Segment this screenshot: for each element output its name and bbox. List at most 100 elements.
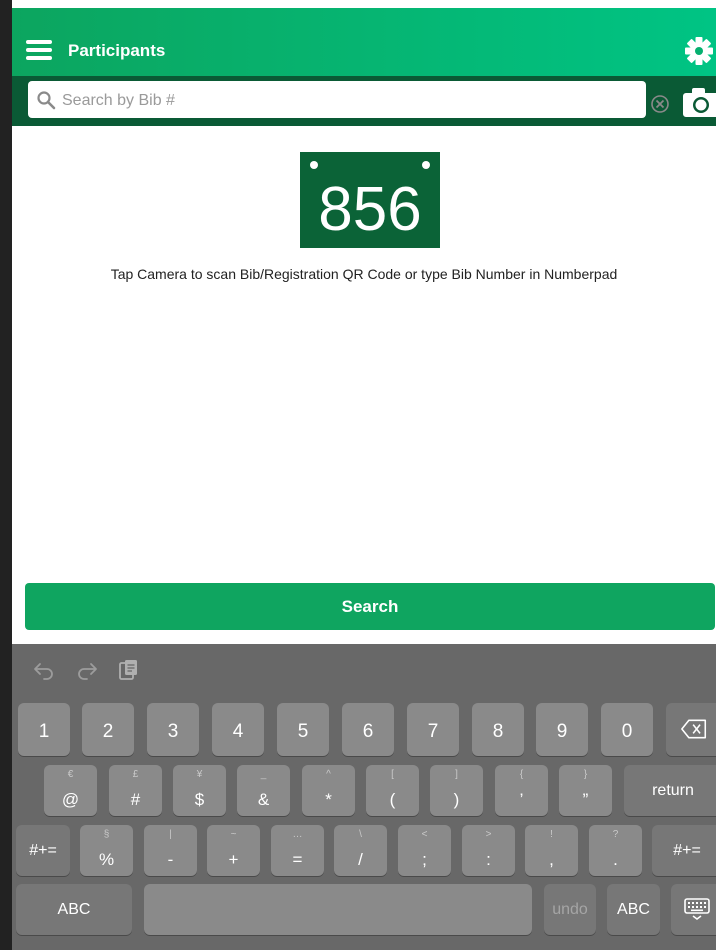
- key-colon[interactable]: >:: [462, 825, 515, 876]
- key-label: ): [453, 790, 460, 809]
- key-label: -: [167, 850, 174, 869]
- key-label: $: [194, 790, 205, 809]
- gear-icon[interactable]: [684, 36, 714, 66]
- key-dollar[interactable]: ¥ $: [173, 765, 226, 816]
- key-alt-label: _: [260, 769, 267, 780]
- camera-icon[interactable]: [682, 86, 716, 118]
- keyboard-dismiss-icon: [684, 898, 710, 920]
- key-label: =: [292, 850, 303, 869]
- key-label: ”: [582, 790, 589, 809]
- key-label: ABC: [57, 901, 91, 918]
- key-period[interactable]: ?.: [589, 825, 642, 876]
- search-input[interactable]: [60, 85, 614, 116]
- key-close-paren[interactable]: ]): [430, 765, 483, 816]
- key-alt-label: ^: [326, 769, 331, 780]
- undo-icon[interactable]: [32, 658, 56, 682]
- keyboard: 1 2 3 4 5 6 7 8 9 0 € @ £ # ¥ $ _ & ^ * [( ])…: [12, 644, 716, 950]
- paste-icon[interactable]: [117, 658, 141, 682]
- key-label: ;: [422, 850, 427, 869]
- key-label: 5: [297, 721, 309, 742]
- key-alt-label: ~: [230, 829, 237, 840]
- search-box[interactable]: [28, 81, 669, 118]
- key-equals[interactable]: … =: [271, 825, 324, 876]
- key-hash[interactable]: £ #: [109, 765, 162, 816]
- bib-hole: [422, 161, 430, 169]
- abc-key-right[interactable]: ABC: [607, 884, 660, 935]
- key-alt-label: !: [550, 829, 553, 840]
- key-3[interactable]: 3: [147, 703, 199, 756]
- key-slash[interactable]: \ /: [334, 825, 387, 876]
- key-5[interactable]: 5: [277, 703, 329, 756]
- key-0[interactable]: 0: [601, 703, 653, 756]
- backspace-key[interactable]: [666, 703, 716, 756]
- key-alt-label: \: [359, 829, 362, 840]
- redo-icon[interactable]: [75, 658, 99, 682]
- key-label: %: [98, 850, 115, 869]
- key-label: 3: [167, 721, 179, 742]
- key-label: return: [652, 782, 694, 799]
- search-icon: [37, 91, 56, 110]
- key-label: 0: [621, 721, 633, 742]
- key-alt-label: [: [391, 769, 394, 780]
- key-8[interactable]: 8: [472, 703, 524, 756]
- bib-graphic: 856: [300, 152, 440, 248]
- instruction-text: Tap Camera to scan Bib/Registration QR C…: [110, 266, 618, 282]
- key-label: :: [486, 850, 491, 869]
- key-2[interactable]: 2: [82, 703, 134, 756]
- key-open-paren[interactable]: [(: [366, 765, 419, 816]
- key-apostrophe[interactable]: {’: [495, 765, 548, 816]
- key-label: @: [61, 790, 80, 809]
- key-alt-label: <: [421, 829, 428, 840]
- key-label: &: [257, 790, 270, 809]
- shift-symbols-key-right[interactable]: #+=: [652, 825, 716, 876]
- key-alt-label: §: [103, 829, 110, 840]
- menu-icon[interactable]: [26, 40, 52, 60]
- key-9[interactable]: 9: [536, 703, 588, 756]
- key-alt-label: ?: [612, 829, 619, 840]
- key-comma[interactable]: !,: [525, 825, 578, 876]
- undo-key[interactable]: undo: [544, 884, 596, 935]
- key-label: 8: [492, 721, 504, 742]
- key-plus[interactable]: ~ +: [207, 825, 260, 876]
- key-label: 1: [38, 721, 50, 742]
- search-button[interactable]: Search: [25, 583, 715, 630]
- app-bar: Participants: [12, 8, 716, 76]
- key-4[interactable]: 4: [212, 703, 264, 756]
- key-7[interactable]: 7: [407, 703, 459, 756]
- key-label: ,: [549, 850, 554, 869]
- key-alt-label: £: [132, 769, 139, 780]
- shift-symbols-key-left[interactable]: #+=: [16, 825, 70, 876]
- clear-icon[interactable]: [650, 94, 670, 114]
- key-asterisk[interactable]: ^ *: [302, 765, 355, 816]
- search-bar: [12, 76, 716, 126]
- key-label: 7: [427, 721, 439, 742]
- key-alt-label: ]: [455, 769, 458, 780]
- key-label: 2: [102, 721, 114, 742]
- key-alt-label: …: [292, 829, 303, 840]
- key-label: /: [358, 850, 363, 869]
- key-6[interactable]: 6: [342, 703, 394, 756]
- key-label: +: [228, 850, 239, 869]
- key-label: 4: [232, 721, 244, 742]
- key-semicolon[interactable]: <;: [398, 825, 451, 876]
- return-key[interactable]: return: [624, 765, 716, 816]
- key-alt-label: {: [519, 769, 524, 780]
- key-1[interactable]: 1: [18, 703, 70, 756]
- key-label: 6: [362, 721, 374, 742]
- space-key[interactable]: [144, 884, 532, 935]
- key-minus[interactable]: | -: [144, 825, 197, 876]
- backspace-icon: [681, 719, 707, 739]
- abc-key-left[interactable]: ABC: [16, 884, 132, 935]
- key-label: 9: [556, 721, 568, 742]
- dismiss-keyboard-key[interactable]: [671, 884, 716, 935]
- key-at[interactable]: € @: [44, 765, 97, 816]
- key-label: #+=: [673, 842, 701, 859]
- screen-edge: [0, 0, 12, 950]
- key-ampersand[interactable]: _ &: [237, 765, 290, 816]
- bib-hole: [310, 161, 318, 169]
- key-alt-label: |: [169, 829, 172, 840]
- key-quote[interactable]: }”: [559, 765, 612, 816]
- key-label: ’: [519, 790, 524, 809]
- key-percent[interactable]: §%: [80, 825, 133, 876]
- page-title: Participants: [68, 41, 166, 60]
